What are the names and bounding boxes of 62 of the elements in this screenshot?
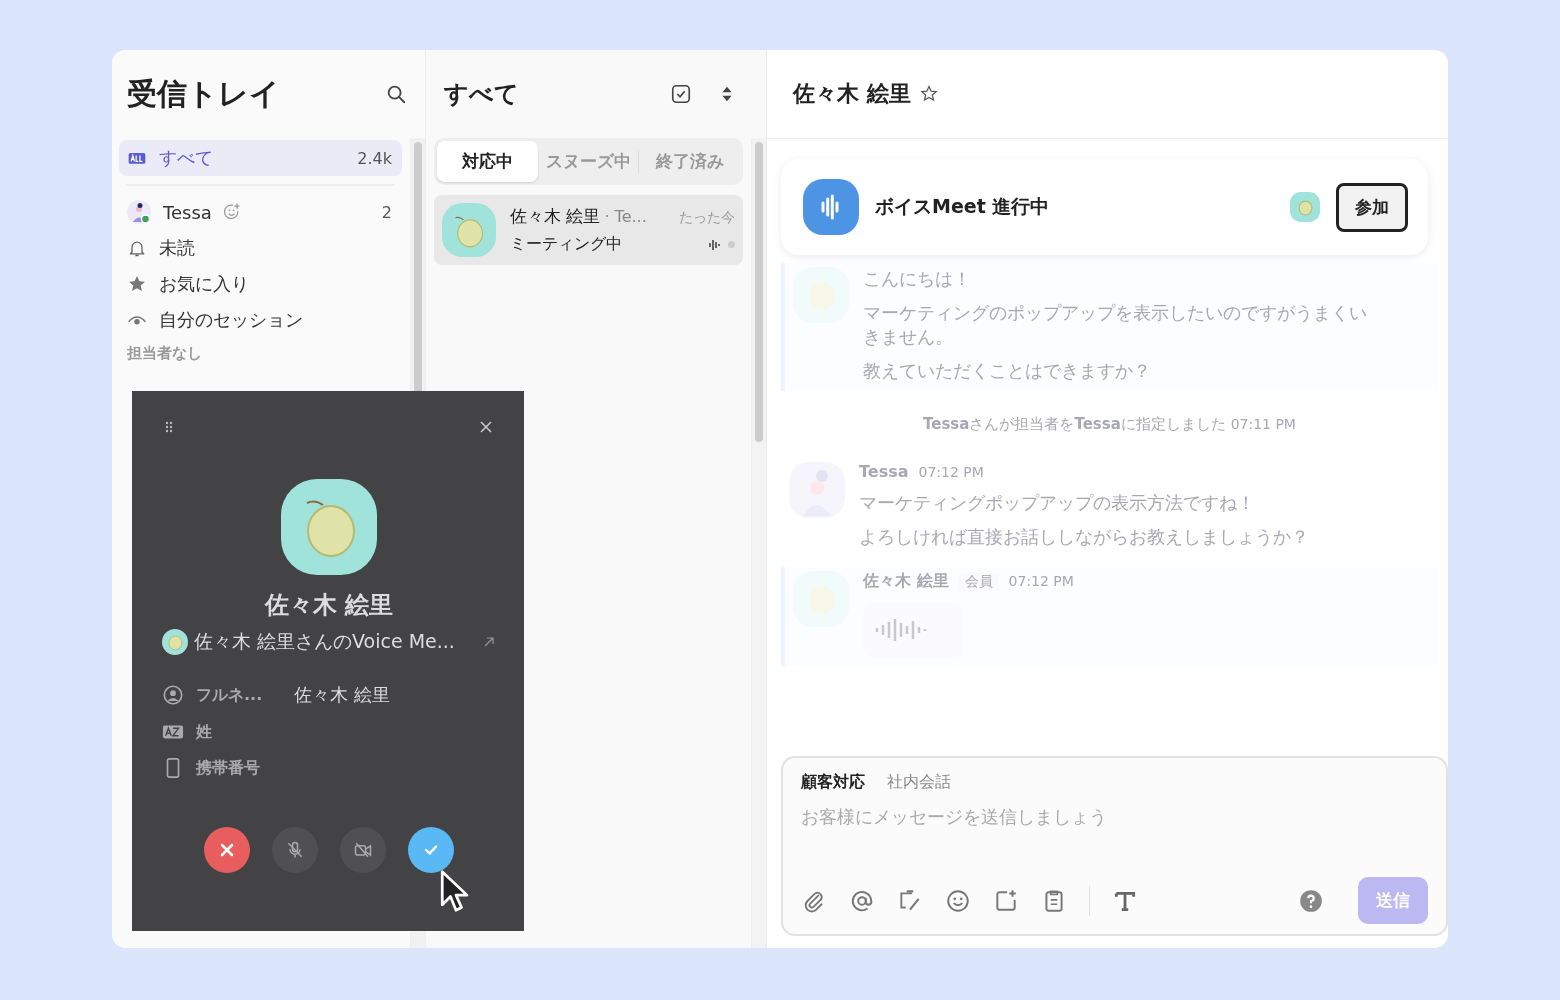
scrollbar-thumb[interactable] bbox=[755, 142, 763, 442]
message-text: 教えていただくことはできますか？ bbox=[863, 359, 1152, 383]
message-text: マーケティングポップアップの表示方法ですね！ bbox=[859, 491, 1256, 515]
microphone-off-icon bbox=[285, 840, 305, 860]
system-message: Tessaさんが担当者をTessaに指定しました 07:11 PM bbox=[922, 414, 1297, 435]
status-tab[interactable]: 対応中 bbox=[437, 141, 538, 182]
sender-name: Tessa bbox=[859, 462, 909, 481]
message-input[interactable]: お客様にメッセージを送信しましょう bbox=[801, 805, 1428, 865]
help-icon[interactable] bbox=[1298, 887, 1324, 914]
emoji-icon[interactable] bbox=[945, 887, 971, 914]
mute-button[interactable] bbox=[272, 827, 318, 873]
status-dot bbox=[728, 241, 735, 248]
list-title: すべて bbox=[444, 79, 519, 110]
sender-name: 佐々木 絵里 bbox=[863, 571, 949, 592]
field-label: フルネ... bbox=[196, 684, 264, 706]
star-icon bbox=[127, 274, 147, 294]
inbox-title: 受信トレイ bbox=[127, 74, 280, 113]
external-link-icon[interactable] bbox=[482, 635, 496, 649]
conversation-item[interactable]: 佐々木 絵里 · Te... たった今 ミーティング中 bbox=[434, 195, 743, 265]
melon-avatar-icon bbox=[162, 629, 188, 655]
banner-title: ボイスMeet 進行中 bbox=[875, 194, 1050, 219]
message-text: マーケティングのポップアップを表示したいのですがうまくいきません。 bbox=[863, 301, 1368, 349]
camera-off-button[interactable] bbox=[340, 827, 386, 873]
section-heading: 担当者なし bbox=[126, 343, 203, 364]
field-label: 携帯番号 bbox=[196, 757, 261, 779]
assignee-name: · Te... bbox=[604, 207, 647, 226]
star-outline-icon[interactable] bbox=[918, 84, 939, 104]
caller-name: 佐々木 絵里 bbox=[264, 590, 394, 621]
meeting-title: 佐々木 絵里さんのVoice Me... bbox=[194, 629, 455, 654]
camera-off-icon bbox=[353, 840, 373, 860]
sidebar-item[interactable]: 自分のセッション bbox=[119, 302, 402, 338]
contact-name: 佐々木 絵里 bbox=[510, 205, 601, 228]
field-label: 姓 bbox=[196, 721, 213, 743]
person-icon bbox=[162, 684, 184, 706]
decline-button[interactable] bbox=[204, 827, 250, 873]
sidebar-item[interactable]: すべて 2.4k bbox=[119, 140, 402, 176]
composer-tab[interactable]: 社内会話 bbox=[887, 772, 951, 793]
message-time: たった今 bbox=[679, 209, 735, 227]
search-icon[interactable] bbox=[385, 83, 407, 105]
sidebar-item[interactable]: Tessa 2 bbox=[119, 194, 402, 230]
melon-avatar-icon bbox=[442, 203, 496, 257]
message-time: 07:12 PM bbox=[918, 464, 984, 480]
message-composer[interactable]: 顧客対応 社内会話 お客様にメッセージを送信しましょう 送信 bbox=[781, 756, 1448, 936]
sidebar-item[interactable]: 未読 bbox=[119, 230, 402, 266]
melon-avatar-icon bbox=[281, 479, 377, 575]
member-badge: 会員 bbox=[958, 573, 999, 591]
message-preview: ミーティング中 bbox=[510, 234, 622, 255]
voice-icon bbox=[803, 179, 859, 235]
chat-title: 佐々木 絵里 bbox=[793, 80, 911, 108]
composer-tab[interactable]: 顧客対応 bbox=[801, 772, 865, 793]
join-button[interactable]: 参加 bbox=[1336, 182, 1408, 232]
message-time: 07:12 PM bbox=[1008, 573, 1074, 589]
add-emoji-icon[interactable] bbox=[221, 202, 242, 222]
checkbox-icon[interactable] bbox=[670, 83, 692, 105]
melon-avatar-icon bbox=[1290, 192, 1320, 222]
message-text: よろしければ直接お話ししながらお教えしましょうか？ bbox=[859, 525, 1309, 549]
avatar-icon bbox=[127, 200, 151, 224]
accept-button[interactable] bbox=[408, 827, 454, 873]
avatar-icon bbox=[789, 462, 845, 518]
message-text: こんにちは！ bbox=[863, 267, 972, 291]
sidebar-item[interactable]: お気に入り bbox=[119, 266, 402, 302]
field-value: 佐々木 絵里 bbox=[294, 683, 390, 707]
